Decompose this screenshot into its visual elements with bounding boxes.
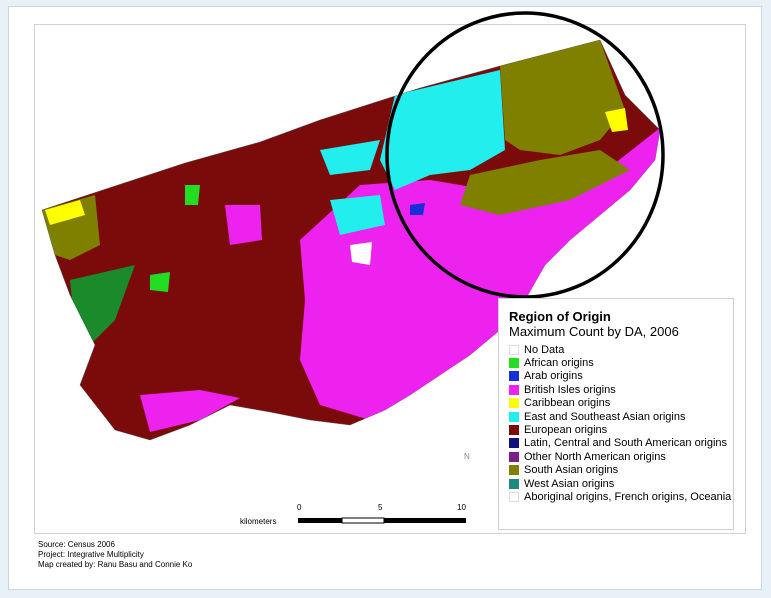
legend-item: West Asian origins	[509, 477, 733, 490]
map-credits: Source: Census 2006 Project: Integrative…	[38, 540, 192, 570]
region-arab	[410, 203, 425, 215]
legend-label: South Asian origins	[524, 464, 619, 477]
legend-swatch	[509, 371, 519, 382]
legend-swatch	[509, 438, 519, 449]
legend-item: European origins	[509, 423, 733, 437]
legend-subtitle: Maximum Count by DA, 2006	[509, 324, 679, 339]
legend-label: Caribbean origins	[524, 397, 611, 410]
legend-label: European origins	[524, 424, 608, 437]
legend-swatch	[509, 384, 519, 395]
legend-item: East and Southeast Asian origins	[509, 410, 733, 423]
scale-tick-10: 10	[457, 503, 466, 512]
region-african-north	[185, 185, 200, 205]
credits-project: Project: Integrative Multiplicity	[38, 550, 144, 559]
legend-item: Caribbean origins	[509, 397, 733, 410]
legend-item: Latin, Central and South American origin…	[509, 437, 733, 450]
legend-item: South Asian origins	[509, 464, 733, 477]
legend-swatch	[509, 358, 519, 369]
region-african	[150, 272, 170, 292]
legend-swatch	[509, 398, 519, 409]
legend-list: No Data African origins Arab origins Britis…	[509, 343, 733, 504]
legend-swatch	[509, 344, 519, 355]
legend-item: British Isles origins	[509, 383, 733, 396]
legend-swatch	[509, 491, 519, 502]
legend-label: No Data	[524, 343, 565, 356]
map-legend: Region of Origin Maximum Count by DA, 20…	[498, 298, 734, 530]
credits-source: Source: Census 2006	[38, 540, 115, 549]
legend-label: West Asian origins	[524, 477, 615, 490]
legend-item: Aboriginal origins, French origins, Ocea…	[509, 490, 733, 503]
legend-swatch	[509, 451, 519, 462]
legend-item: African origins	[509, 356, 733, 370]
legend-swatch	[509, 425, 519, 436]
credits-author: Map created by: Ranu Basu and Connie Ko	[38, 560, 193, 569]
legend-label: African origins	[524, 357, 594, 370]
legend-label: Aboriginal origins, French origins, Ocea…	[524, 490, 733, 503]
legend-label: Other North American origins	[524, 450, 666, 463]
north-arrow-label: N	[464, 452, 470, 461]
scale-tick-0: 0	[297, 503, 302, 512]
legend-item: No Data	[509, 343, 733, 356]
legend-swatch	[509, 411, 519, 422]
legend-item: Arab origins	[509, 370, 733, 383]
legend-label: British Isles origins	[524, 383, 616, 396]
region-no-data	[350, 242, 372, 265]
legend-title: Region of Origin	[509, 309, 611, 324]
legend-item: Other North American origins	[509, 450, 733, 463]
region-british-isles-lakeshore	[140, 390, 240, 432]
legend-label: Latin, Central and South American origin…	[524, 437, 728, 450]
legend-label: Arab origins	[524, 370, 583, 383]
scale-bar: kilometers 0 5 10	[240, 500, 470, 530]
scale-unit-label: kilometers	[240, 517, 277, 526]
region-british-isles-west	[225, 205, 262, 245]
legend-label: East and Southeast Asian origins	[524, 410, 686, 423]
scale-tick-5: 5	[378, 503, 383, 512]
legend-swatch	[509, 478, 519, 489]
legend-swatch	[509, 465, 519, 476]
